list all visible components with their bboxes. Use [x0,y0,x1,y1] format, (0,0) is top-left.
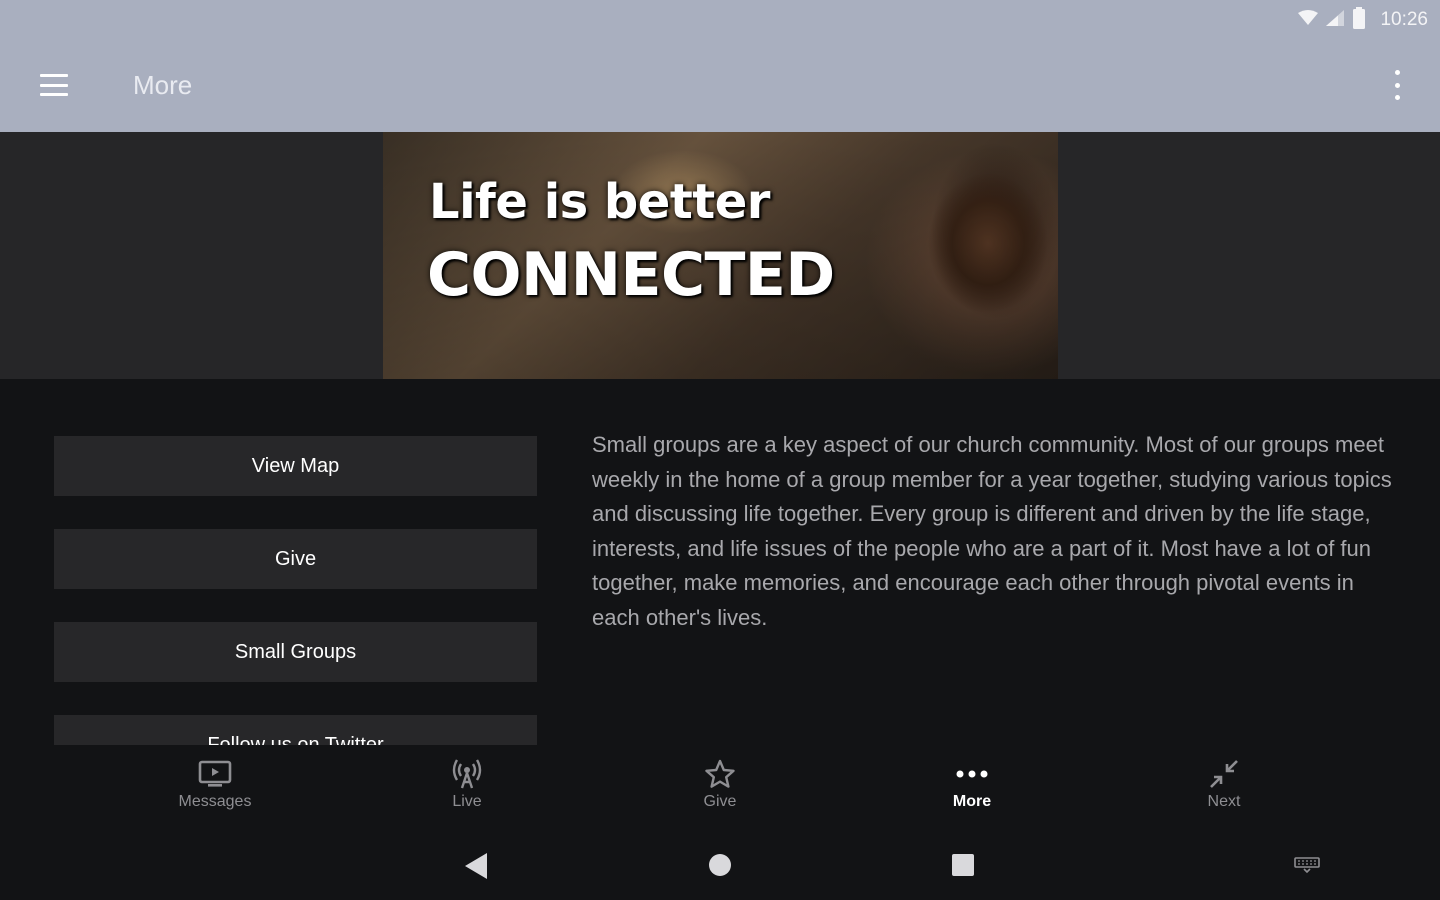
home-icon[interactable] [708,853,732,882]
follow-twitter-button[interactable]: Follow us on Twitter [54,715,537,745]
nav-item-live[interactable]: Live [402,757,532,811]
recents-icon[interactable] [951,853,975,882]
broadcast-icon [402,757,532,791]
keyboard-icon[interactable] [1294,857,1320,878]
hero-image: Life is better CONNECTED [383,132,1058,379]
give-button[interactable]: Give [54,529,537,589]
nav-item-messages[interactable]: Messages [150,757,280,811]
nav-label-give: Give [703,793,737,810]
status-bar: 10:26 [0,0,1440,40]
view-map-button[interactable]: View Map [54,436,537,496]
nav-label-next: Next [1207,793,1241,810]
nav-label-messages: Messages [178,793,252,810]
page-title: More [133,70,193,100]
hero-banner: Life is better CONNECTED [0,132,1440,379]
bottom-navigation: Messages Live Give More Next [0,745,1440,825]
app-bar: More [0,40,1440,132]
nav-label-more: More [952,793,992,810]
nav-item-more[interactable]: More [907,757,1037,811]
star-icon [655,757,785,791]
collapse-arrows-icon [1159,757,1289,791]
nav-label-live: Live [452,793,482,810]
nav-item-give[interactable]: Give [655,757,785,811]
hamburger-menu-icon[interactable] [40,74,68,96]
cell-signal-icon [1326,9,1345,31]
system-navigation-bar [0,825,1440,900]
overflow-menu-icon[interactable] [1392,70,1402,100]
hero-subheadline: CONNECTED [427,240,835,310]
tv-icon [150,757,280,791]
nav-item-next[interactable]: Next [1159,757,1289,811]
status-time: 10:26 [1380,9,1428,30]
small-groups-description: Small groups are a key aspect of our chu… [592,432,1392,630]
hero-headline: Life is better [429,174,770,230]
back-icon[interactable] [463,852,489,885]
scroll-clip: Follow us on Twitter [54,715,537,745]
battery-icon [1352,6,1366,34]
wifi-icon [1298,9,1319,31]
small-groups-button[interactable]: Small Groups [54,622,537,682]
more-dots-icon [907,757,1037,791]
